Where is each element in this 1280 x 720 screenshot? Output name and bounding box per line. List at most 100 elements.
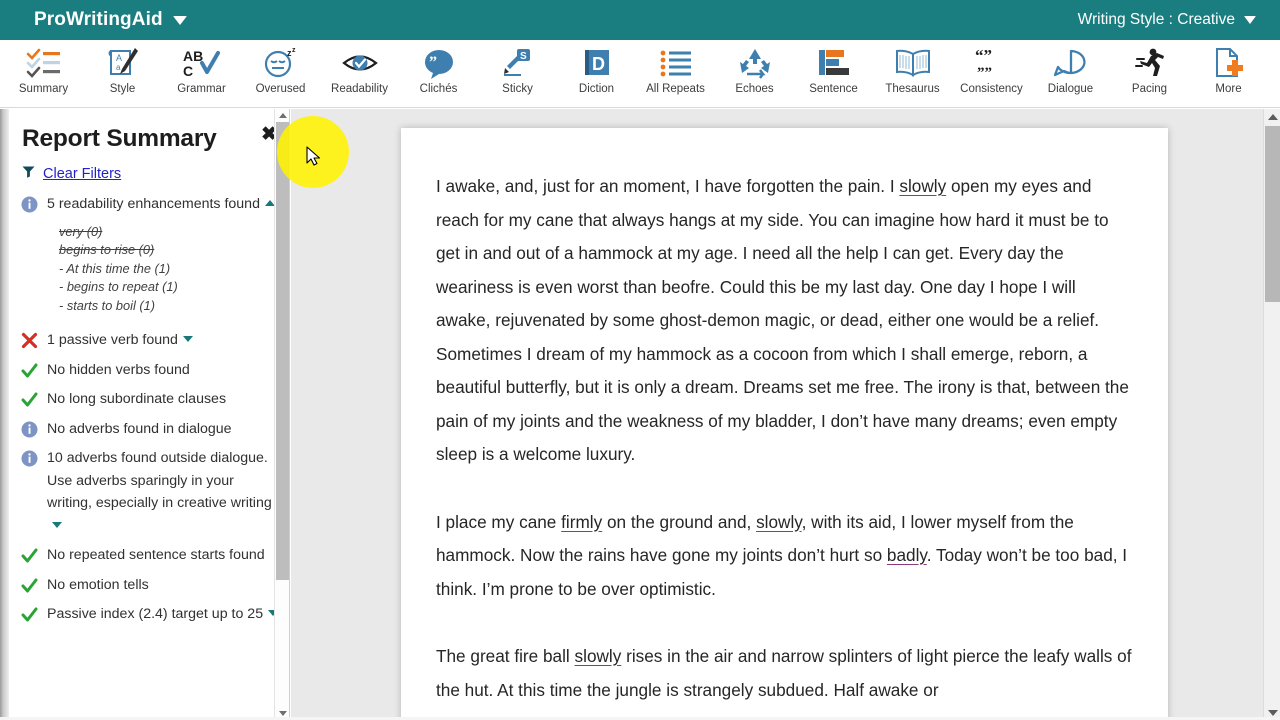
toolbar-item-more[interactable]: More <box>1189 40 1268 106</box>
chevron-down-icon[interactable] <box>52 521 62 528</box>
list-item[interactable]: No hidden verbs found <box>21 359 281 382</box>
check-icon <box>21 574 47 594</box>
pacing-runner-icon <box>1127 45 1173 81</box>
title-bar: ProWritingAid Writing Style : Creative <box>0 0 1280 40</box>
paragraph[interactable]: The great fire ball slowly rises in the … <box>436 640 1133 707</box>
toolbar-item-consistency[interactable]: “” ”” Consistency <box>952 40 1031 106</box>
chevron-down-icon[interactable] <box>182 336 193 342</box>
brand-menu[interactable]: ProWritingAid <box>34 9 187 31</box>
check-icon <box>21 359 47 379</box>
summary-list: 5 readability enhancements found very (0… <box>9 183 289 626</box>
list-item[interactable]: 5 readability enhancements found very (0… <box>21 193 281 315</box>
filter-funnel-icon <box>22 165 35 183</box>
prowritingaid-window: ProWritingAid Writing Style : Creative S… <box>0 0 1280 720</box>
svg-text:AB: AB <box>183 48 203 64</box>
sub-list-item[interactable]: - begins to repeat (1) <box>59 278 281 297</box>
cliches-quote-bubble-icon: ” <box>416 45 462 81</box>
sentence-bars-icon <box>811 45 857 81</box>
toolbar-item-pacing[interactable]: Pacing <box>1110 40 1189 106</box>
toolbar-item-echoes[interactable]: Echoes <box>715 40 794 106</box>
sticky-glue-icon: S <box>495 45 541 81</box>
panel-scrollbar-thumb[interactable] <box>276 122 289 580</box>
list-item-label: Passive index (2.4) target up to 25 <box>47 606 264 622</box>
toolbar-label: All Repeats <box>646 83 705 95</box>
toolbar-item-summary[interactable]: Summary <box>4 40 83 106</box>
clear-filters-link[interactable]: Clear Filters <box>43 166 121 182</box>
highlighted-word[interactable]: slowly <box>899 176 946 196</box>
paragraph[interactable]: I place my cane firmly on the ground and… <box>436 506 1133 607</box>
chevron-down-icon[interactable] <box>1244 16 1256 24</box>
highlighted-word[interactable]: badly <box>887 545 927 565</box>
document-editor: I awake, and, just for an moment, I have… <box>291 109 1280 720</box>
sub-list-item[interactable]: begins to rise (0) <box>59 241 281 260</box>
toolbar-item-all-repeats[interactable]: All Repeats <box>636 40 715 106</box>
toolbar-item-dialogue[interactable]: Dialogue <box>1031 40 1110 106</box>
list-item-label: 10 adverbs found outside dialogue. Use a… <box>47 450 272 511</box>
list-item[interactable]: No long subordinate clauses <box>21 388 281 411</box>
grammar-abc-check-icon: AB C <box>179 45 225 81</box>
svg-text:S: S <box>520 51 527 62</box>
writing-style-label: Writing Style : Creative <box>1077 11 1235 28</box>
toolbar-item-sticky[interactable]: S Sticky <box>478 40 557 106</box>
toolbar-label: More <box>1215 83 1242 95</box>
toolbar-label: Grammar <box>177 83 226 95</box>
document-text[interactable]: I awake, and, just for an moment, I have… <box>401 128 1168 707</box>
style-quill-icon: A a <box>100 45 146 81</box>
text-run: on the ground and, <box>602 511 757 532</box>
svg-text:“”: “” <box>975 46 992 65</box>
info-icon <box>21 193 47 213</box>
sub-list-item[interactable]: very (0) <box>59 223 281 242</box>
readability-eye-icon <box>337 45 383 81</box>
diction-dictionary-icon: D <box>574 45 620 81</box>
check-icon <box>21 603 47 623</box>
highlighted-word[interactable]: firmly <box>561 512 602 532</box>
panel-scrollbar[interactable] <box>274 109 289 720</box>
document-page[interactable]: I awake, and, just for an moment, I have… <box>401 128 1168 720</box>
sub-list-item[interactable]: - starts to boil (1) <box>59 297 281 316</box>
clear-filters-row[interactable]: Clear Filters <box>9 153 289 183</box>
toolbar-item-thesaurus[interactable]: Thesaurus <box>873 40 952 106</box>
toolbar-item-sentence[interactable]: Sentence <box>794 40 873 106</box>
toolbar-item-grammar[interactable]: AB C Grammar <box>162 40 241 106</box>
left-rail-divider <box>0 109 9 720</box>
toolbar-label: Echoes <box>735 83 774 95</box>
report-toolbar: Summary A a Style AB C Grammar z z Overu… <box>0 40 1280 108</box>
toolbar-label: Dialogue <box>1047 83 1094 95</box>
toolbar-label: Sticky <box>502 83 533 95</box>
consistency-quotes-icon: “” ”” <box>969 45 1015 81</box>
sub-list-item[interactable]: - At this time the (1) <box>59 260 281 279</box>
list-item[interactable]: 1 passive verb found <box>21 329 281 352</box>
toolbar-item-style[interactable]: A a Style <box>83 40 162 106</box>
toolbar-label: Diction <box>578 83 615 95</box>
scroll-up-icon[interactable] <box>1264 109 1280 124</box>
toolbar-label: Style <box>109 83 136 95</box>
paragraph[interactable]: I awake, and, just for an moment, I have… <box>436 170 1133 472</box>
chevron-down-icon[interactable] <box>172 15 187 25</box>
all-repeats-list-icon <box>653 45 699 81</box>
scroll-up-icon[interactable] <box>275 109 289 122</box>
editor-scrollbar-thumb[interactable] <box>1265 126 1280 302</box>
text-run: I place my cane <box>436 511 562 532</box>
info-icon <box>21 447 47 467</box>
list-item[interactable]: No adverbs found in dialogue <box>21 418 281 441</box>
list-item[interactable]: No emotion tells <box>21 574 281 597</box>
text-run: I awake, and, just for an moment, I have… <box>436 176 900 196</box>
highlighted-word[interactable]: slowly <box>575 646 622 666</box>
toolbar-item-readability[interactable]: Readability <box>320 40 399 106</box>
toolbar-item-cliches[interactable]: ” Clichés <box>399 40 478 106</box>
toolbar-item-overused[interactable]: z z Overused <box>241 40 320 106</box>
editor-scrollbar[interactable] <box>1263 109 1280 720</box>
writing-style-dropdown[interactable]: Writing Style : Creative <box>1078 11 1256 29</box>
list-item[interactable]: Passive index (2.4) target up to 25 <box>21 603 281 626</box>
svg-text:z: z <box>292 47 296 54</box>
info-icon <box>21 418 47 438</box>
toolbar-item-diction[interactable]: D Diction <box>557 40 636 106</box>
highlighted-word[interactable]: slowly <box>756 512 802 532</box>
toolbar-label: Pacing <box>1131 83 1168 95</box>
list-item[interactable]: No repeated sentence starts found <box>21 544 281 567</box>
echoes-recycle-icon <box>732 45 778 81</box>
svg-text:A: A <box>116 53 122 63</box>
svg-text:a: a <box>116 63 121 72</box>
list-item[interactable]: 10 adverbs found outside dialogue. Use a… <box>21 447 281 537</box>
toolbar-label: Sentence <box>809 83 858 95</box>
